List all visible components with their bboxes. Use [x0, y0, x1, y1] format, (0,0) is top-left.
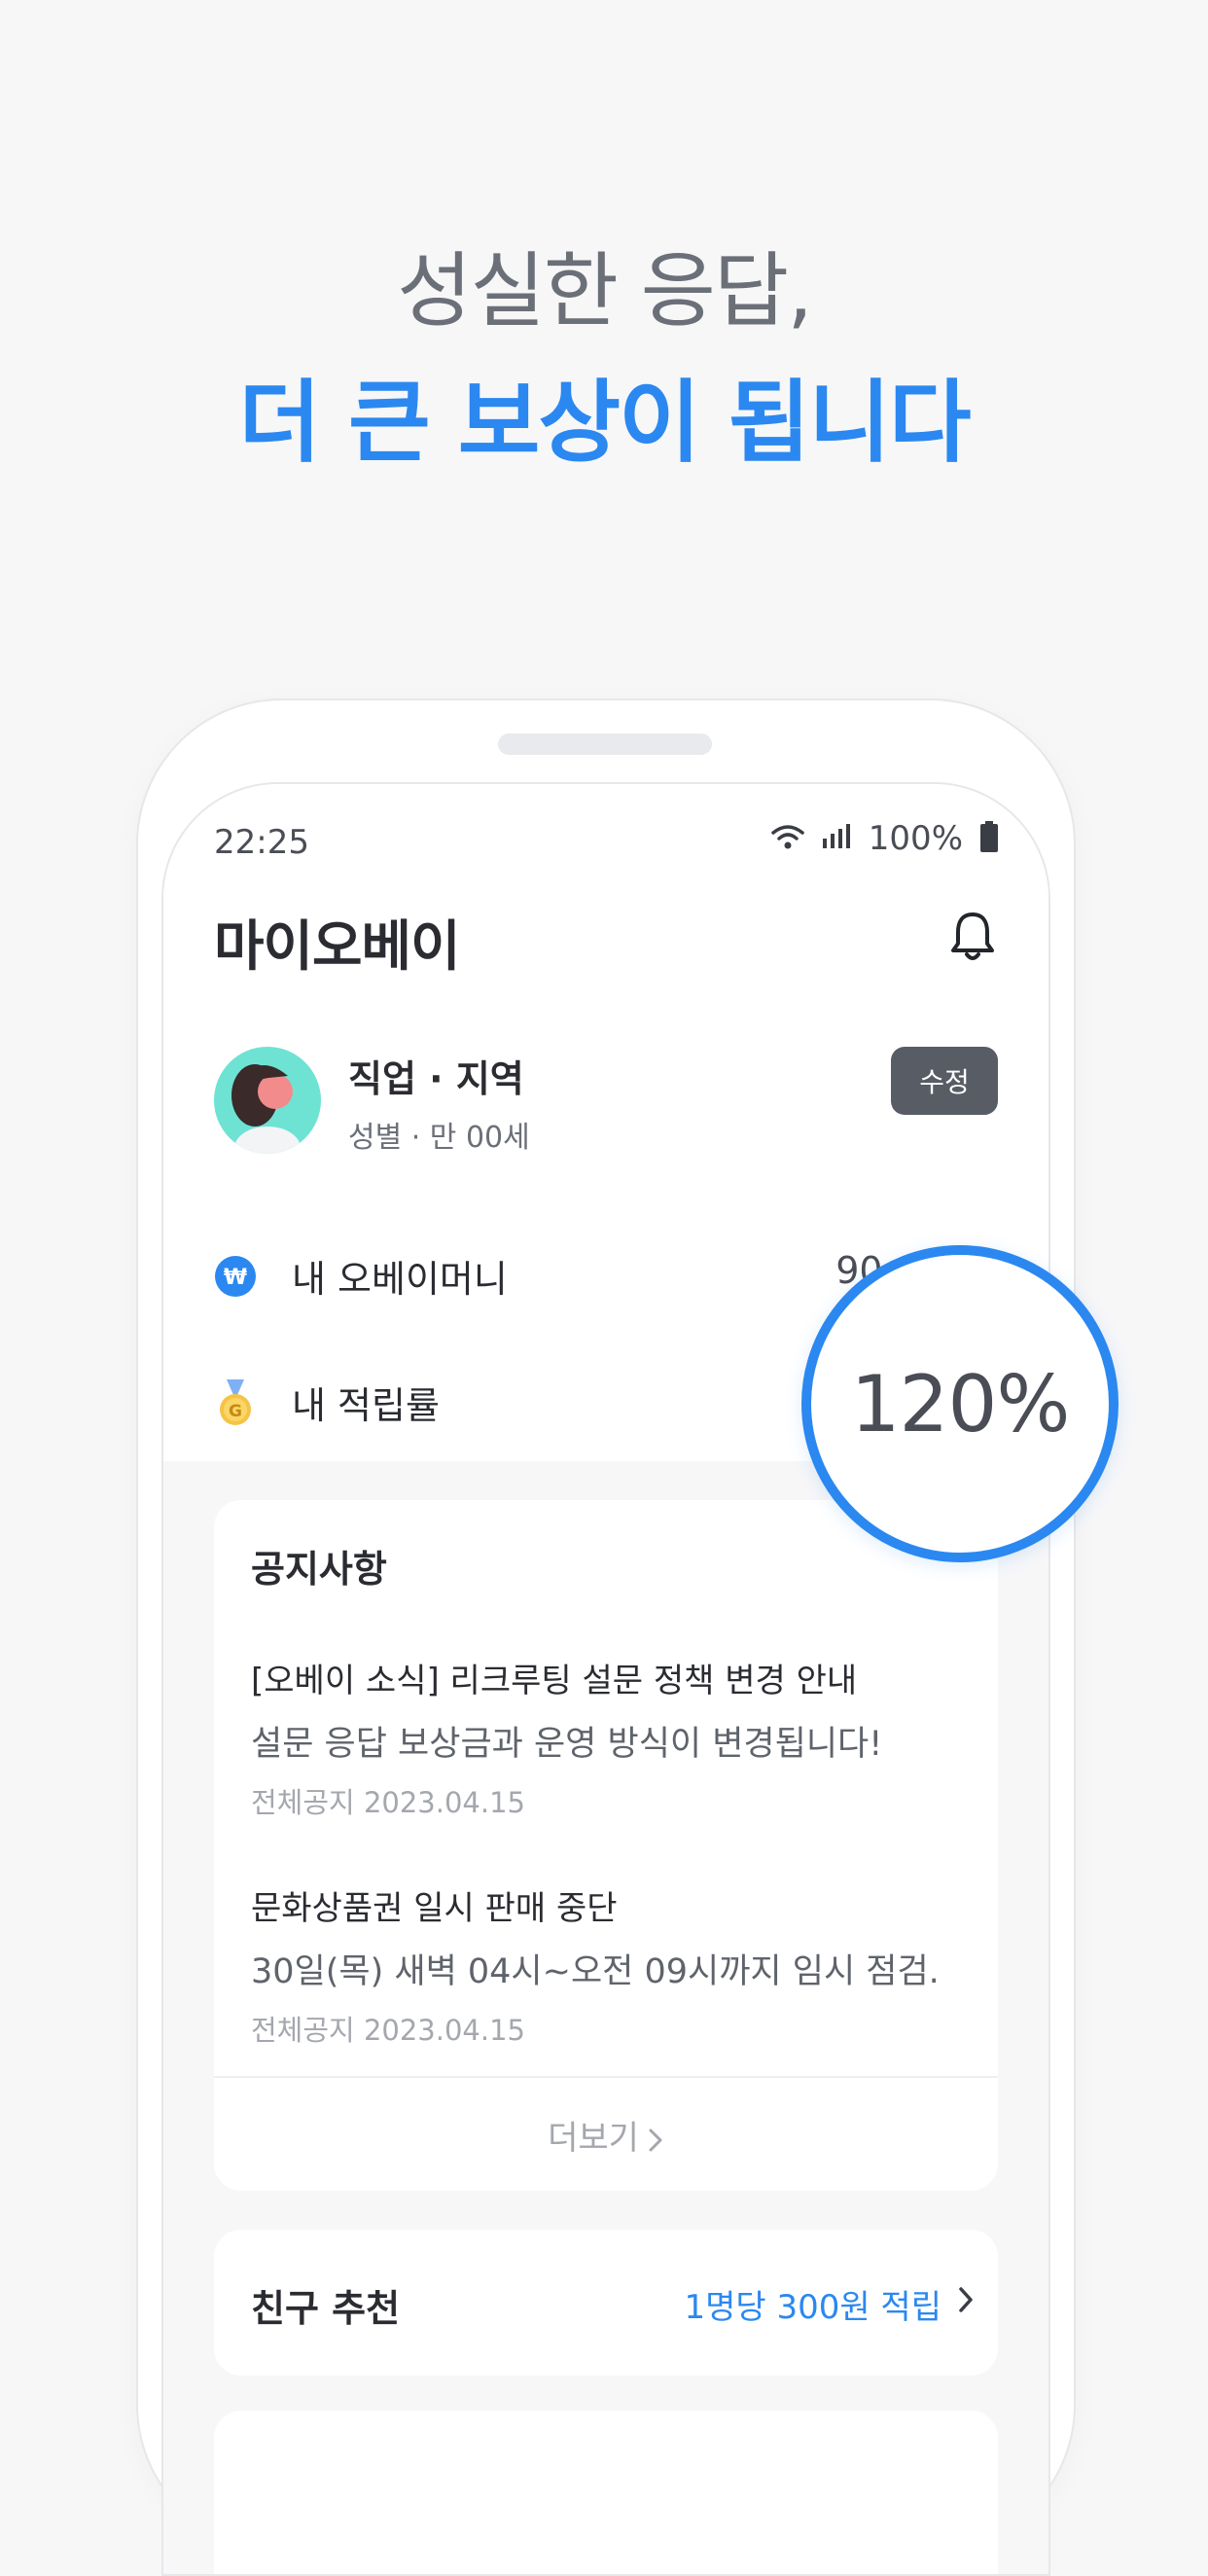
battery-percent: 100% — [868, 819, 963, 858]
notice-title[interactable]: [오베이 소식] 리크루팅 설문 정책 변경 안내 — [251, 1654, 857, 1701]
notice-body: 30일(목) 새벽 04시~오전 09시까지 임시 점검. — [251, 1952, 940, 1991]
headline-line1: 성실한 응답, — [397, 243, 813, 339]
signal-icon — [822, 823, 851, 854]
rate-highlight-bubble: 120% — [801, 1245, 1119, 1562]
wifi-icon — [771, 823, 804, 854]
more-button[interactable]: 더보기 — [214, 2111, 998, 2159]
more-label: 더보기 — [548, 2119, 639, 2158]
referral-card[interactable]: 친구 추천 1명당 300원 적립 — [214, 2230, 998, 2376]
headline-line2: 더 큰 보상이 됩니다 — [238, 371, 971, 475]
profile-sub: 성별 · 만 00세 — [348, 1121, 530, 1155]
notice-body: 설문 응답 보상금과 운영 방식이 변경됩니다! — [251, 1725, 883, 1764]
chevron-right-icon — [957, 2286, 975, 2317]
money-label: 내 오베이머니 — [292, 1258, 508, 1301]
status-time: 22:25 — [214, 823, 309, 862]
notice-card: 공지사항 [오베이 소식] 리크루팅 설문 정책 변경 안내 설문 응답 보상금… — [214, 1500, 998, 2191]
notice-divider — [214, 2076, 998, 2078]
app-title: 마이오베이 — [214, 915, 461, 979]
phone-speaker — [498, 733, 712, 755]
phone-frame: 22:25 100% 마이오베이 직업 · 지역 성별 · 만 00세 수정 ₩… — [136, 698, 1076, 2576]
bell-icon[interactable] — [947, 909, 998, 963]
won-coin-icon: ₩ — [214, 1255, 257, 1298]
notice-card-title: 공지사항 — [251, 1548, 387, 1591]
battery-icon — [980, 821, 998, 856]
edit-profile-button[interactable]: 수정 — [891, 1047, 998, 1115]
svg-text:G: G — [229, 1402, 242, 1421]
profile-name: 직업 · 지역 — [348, 1057, 524, 1100]
chevron-right-icon — [639, 2119, 664, 2158]
referral-label: 친구 추천 — [251, 2287, 401, 2330]
notice-meta: 전체공지 2023.04.15 — [251, 2014, 525, 2047]
referral-value: 1명당 300원 적립 — [684, 2288, 942, 2327]
avatar[interactable] — [214, 1047, 321, 1154]
next-card — [214, 2411, 998, 2574]
notice-meta: 전체공지 2023.04.15 — [251, 1786, 525, 1819]
notice-title[interactable]: 문화상품권 일시 판매 중단 — [251, 1881, 618, 1929]
medal-icon: G — [214, 1379, 257, 1428]
svg-text:₩: ₩ — [224, 1266, 247, 1290]
rate-label: 내 적립률 — [292, 1384, 440, 1427]
phone-screen: 22:25 100% 마이오베이 직업 · 지역 성별 · 만 00세 수정 ₩… — [161, 782, 1050, 2576]
status-icons: 100% — [771, 819, 998, 858]
rate-value: 120% — [850, 1358, 1071, 1449]
